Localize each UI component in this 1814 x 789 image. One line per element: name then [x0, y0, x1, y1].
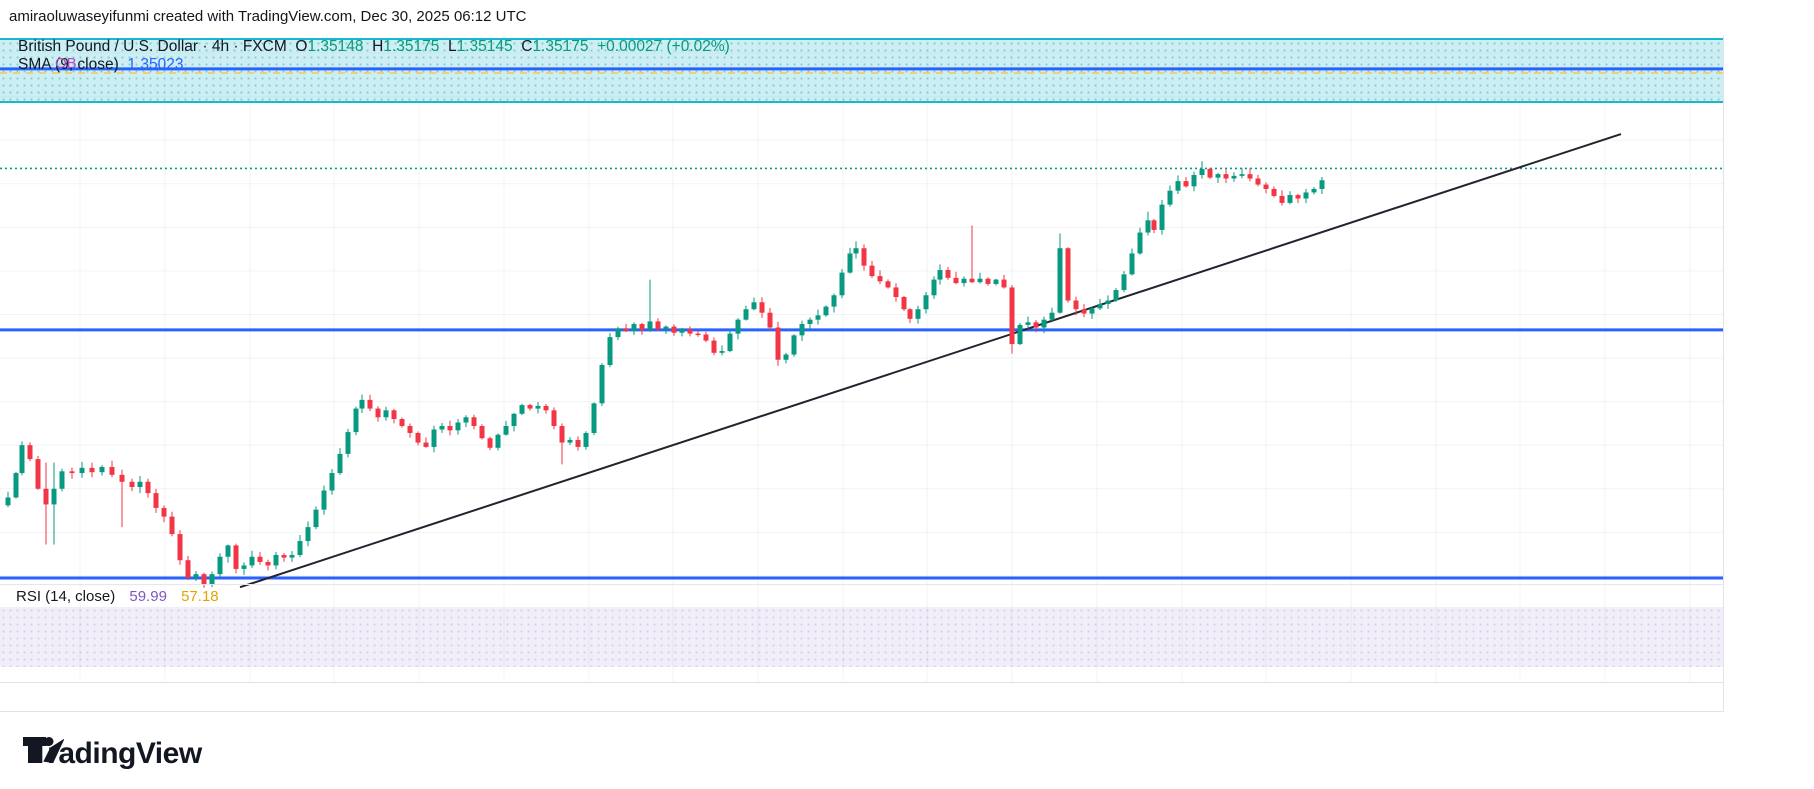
price-scale[interactable] [1723, 35, 1814, 712]
attribution-bar: amiraoluwaseyifunmi created with Trading… [9, 8, 527, 25]
symbol-title[interactable]: British Pound / U.S. Dollar · 4h · FXCM [18, 38, 287, 55]
chart-plot[interactable] [0, 0, 1814, 789]
rsi-indicator-legend[interactable]: RSI (14, close) 59.99 57.18 [16, 588, 219, 605]
price-scale-border [1723, 35, 1724, 712]
change-readout: +0.00027 (+0.02%) [597, 38, 730, 55]
ohlc-readout: O1.35148 H1.35175 L1.35145 C1.35175 +0.0… [295, 38, 730, 55]
rsi-ma-value: 57.18 [181, 588, 219, 605]
order-block-label[interactable]: OB [55, 55, 77, 72]
rsi-indicator-name[interactable]: RSI (14, close) [16, 588, 115, 605]
pane-divider[interactable] [0, 584, 1723, 585]
time-axis[interactable] [0, 682, 1723, 712]
tradingview-logo[interactable]: TradingView [22, 733, 202, 775]
sma-indicator-legend[interactable]: SMA (9, close) 1.35023 [18, 56, 183, 74]
candles[interactable] [5, 161, 1325, 588]
chart-window: amiraoluwaseyifunmi created with Trading… [0, 0, 1814, 789]
sma-indicator-value: 1.35023 [127, 56, 184, 73]
rsi-value: 59.99 [129, 588, 167, 605]
tradingview-logo-icon [23, 737, 64, 764]
trendline-drawing[interactable] [239, 133, 1622, 589]
symbol-header[interactable]: British Pound / U.S. Dollar · 4h · FXCM … [18, 38, 730, 56]
